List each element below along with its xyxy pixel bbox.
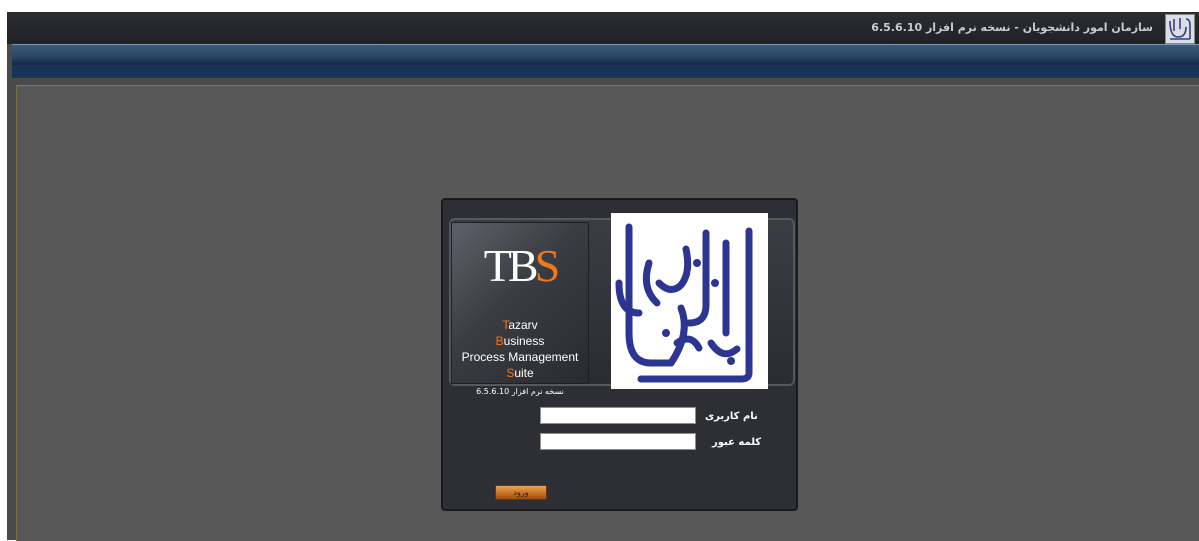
- top-bar: سازمان امور دانشجویان - نسخه نرم افزار 6…: [7, 12, 1199, 44]
- login-button[interactable]: ورود: [495, 485, 547, 500]
- username-field[interactable]: [540, 407, 696, 424]
- navigation-bar-lower: [12, 65, 1199, 78]
- header-title: سازمان امور دانشجویان - نسخه نرم افزار 6…: [871, 21, 1153, 34]
- tbs-line: Process Management: [461, 350, 579, 364]
- navigation-bar: [12, 44, 1199, 66]
- password-label: کلمه عبور: [712, 437, 762, 448]
- tbs-brand-card: TBS Tazarv Business Process Management S…: [451, 222, 589, 396]
- tbs-line: Tazarv: [502, 318, 538, 332]
- tbs-full-name: Tazarv Business Process Management Suite: [452, 317, 588, 381]
- software-version: نسخه نرم افزار 6.5.6.10: [476, 387, 564, 396]
- main-content: TBS Tazarv Business Process Management S…: [16, 85, 1199, 541]
- tbs-line: Business: [495, 334, 545, 348]
- password-field[interactable]: [540, 433, 696, 450]
- organization-seal-icon: [1165, 14, 1195, 44]
- login-panel: TBS Tazarv Business Process Management S…: [441, 198, 798, 511]
- username-label: نام کاربری: [705, 411, 758, 422]
- organization-calligraphy-seal-icon: [611, 213, 768, 389]
- tbs-logo: TBS: [483, 240, 560, 291]
- tbs-line: Suite: [506, 366, 534, 380]
- app-window: سازمان امور دانشجویان - نسخه نرم افزار 6…: [7, 12, 1199, 541]
